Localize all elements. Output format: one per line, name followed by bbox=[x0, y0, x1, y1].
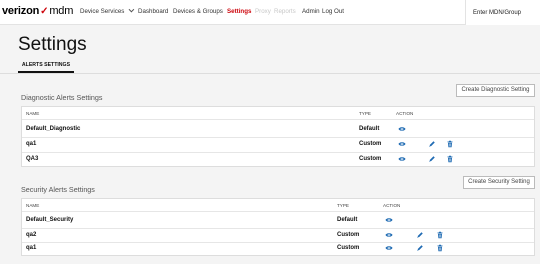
view-icon[interactable] bbox=[398, 125, 406, 133]
view-icon[interactable] bbox=[385, 244, 393, 252]
row-type: Default bbox=[337, 217, 358, 223]
row-name: qa1 bbox=[26, 245, 37, 251]
row-name: QA3 bbox=[26, 156, 39, 162]
view-icon[interactable] bbox=[398, 140, 406, 148]
nav-devices-groups[interactable]: Devices & Groups bbox=[173, 8, 223, 15]
column-header-action: ACTION bbox=[396, 111, 414, 116]
divider bbox=[22, 152, 534, 153]
product-name: mdm bbox=[49, 5, 74, 17]
column-header-name: NAME bbox=[26, 203, 40, 208]
column-header-type: TYPE bbox=[337, 203, 349, 208]
column-header-action: ACTION bbox=[383, 203, 401, 208]
row-type: Custom bbox=[337, 245, 360, 251]
delete-icon[interactable] bbox=[436, 244, 444, 252]
checkmark-icon: ✓ bbox=[40, 6, 49, 17]
edit-icon[interactable] bbox=[428, 140, 436, 148]
delete-icon[interactable] bbox=[446, 140, 454, 148]
delete-icon[interactable] bbox=[446, 155, 454, 163]
nav-reports: Reports bbox=[274, 8, 296, 15]
divider bbox=[22, 242, 534, 243]
delete-icon[interactable] bbox=[436, 231, 444, 239]
diagnostic-alerts-table: NAME TYPE ACTION Default_Diagnostic Defa… bbox=[21, 106, 535, 167]
nav-device-services[interactable]: Device Services bbox=[80, 6, 135, 15]
edit-icon[interactable] bbox=[428, 155, 436, 163]
column-header-type: TYPE bbox=[359, 111, 371, 116]
divider bbox=[22, 228, 534, 229]
row-name: qa1 bbox=[26, 141, 37, 147]
diagnostic-section-title: Diagnostic Alerts Settings bbox=[21, 93, 103, 102]
nav-dashboard[interactable]: Dashboard bbox=[138, 8, 168, 15]
divider bbox=[22, 137, 534, 138]
nav-settings[interactable]: Settings bbox=[227, 8, 251, 15]
row-name: qa2 bbox=[26, 232, 37, 238]
view-icon[interactable] bbox=[398, 155, 406, 163]
row-type: Custom bbox=[359, 141, 382, 147]
divider bbox=[22, 211, 534, 212]
security-alerts-table: NAME TYPE ACTION Default_Security Defaul… bbox=[21, 198, 535, 256]
row-type: Custom bbox=[337, 232, 360, 238]
edit-icon[interactable] bbox=[416, 231, 424, 239]
create-diagnostic-setting-button[interactable]: Create Diagnostic Setting bbox=[456, 84, 535, 97]
view-icon[interactable] bbox=[385, 216, 393, 224]
nav-admin[interactable]: Admin bbox=[302, 8, 320, 15]
column-header-name: NAME bbox=[26, 111, 40, 116]
nav-device-services-label: Device Services bbox=[80, 8, 125, 15]
row-name: Default_Diagnostic bbox=[26, 126, 81, 132]
nav-proxy: Proxy bbox=[255, 8, 271, 15]
verizon-mdm-logo[interactable]: verizon✓mdm bbox=[2, 5, 73, 17]
mdn-search-label[interactable]: Enter MDN/Group bbox=[473, 10, 521, 16]
edit-icon[interactable] bbox=[416, 244, 424, 252]
row-name: Default_Security bbox=[26, 217, 74, 223]
security-section-title: Security Alerts Settings bbox=[21, 185, 95, 194]
row-type: Custom bbox=[359, 156, 382, 162]
page-title: Settings bbox=[18, 34, 87, 55]
tab-alerts-settings[interactable]: ALERTS SETTINGS bbox=[18, 58, 74, 73]
create-security-setting-button[interactable]: Create Security Setting bbox=[463, 176, 535, 189]
view-icon[interactable] bbox=[385, 231, 393, 239]
divider bbox=[22, 119, 534, 120]
row-type: Default bbox=[359, 126, 380, 132]
brand-name: verizon bbox=[2, 5, 40, 17]
nav-logout[interactable]: Log Out bbox=[322, 8, 344, 15]
